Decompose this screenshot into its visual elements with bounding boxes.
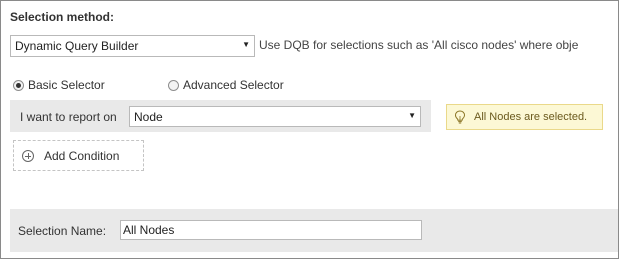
chevron-down-icon: ▼ <box>242 40 250 49</box>
add-condition-button[interactable]: Add Condition <box>13 140 144 171</box>
selection-name-bar: Selection Name: <box>10 209 618 252</box>
advanced-selector-radio[interactable]: Advanced Selector <box>168 78 284 92</box>
add-circle-icon[interactable] <box>22 150 34 162</box>
alert-text: All Nodes are selected. <box>474 111 588 123</box>
selection-alert: All Nodes are selected. <box>446 104 603 130</box>
advanced-selector-label[interactable]: Advanced Selector <box>183 78 284 92</box>
report-on-label: I want to report on <box>20 110 117 124</box>
selection-name-label: Selection Name: <box>18 224 107 238</box>
chevron-down-icon: ▼ <box>408 111 416 120</box>
lightbulb-icon <box>454 110 466 124</box>
selection-method-select[interactable]: Dynamic Query Builder ▼ <box>10 35 255 57</box>
selection-method-label: Selection method: <box>10 10 115 24</box>
selection-panel: Selection method: Dynamic Query Builder … <box>0 0 619 259</box>
basic-selector-label[interactable]: Basic Selector <box>28 78 105 92</box>
radio-checked-icon[interactable] <box>13 79 24 91</box>
radio-unchecked-icon[interactable] <box>168 79 179 91</box>
add-condition-label[interactable]: Add Condition <box>44 149 119 163</box>
report-on-select[interactable]: Node ▼ <box>129 106 421 127</box>
selection-name-input[interactable] <box>120 220 422 240</box>
selection-method-value: Dynamic Query Builder <box>15 39 139 53</box>
report-on-value: Node <box>134 110 163 124</box>
selection-method-hint: Use DQB for selections such as 'All cisc… <box>259 38 579 52</box>
basic-selector-radio[interactable]: Basic Selector <box>13 78 105 92</box>
